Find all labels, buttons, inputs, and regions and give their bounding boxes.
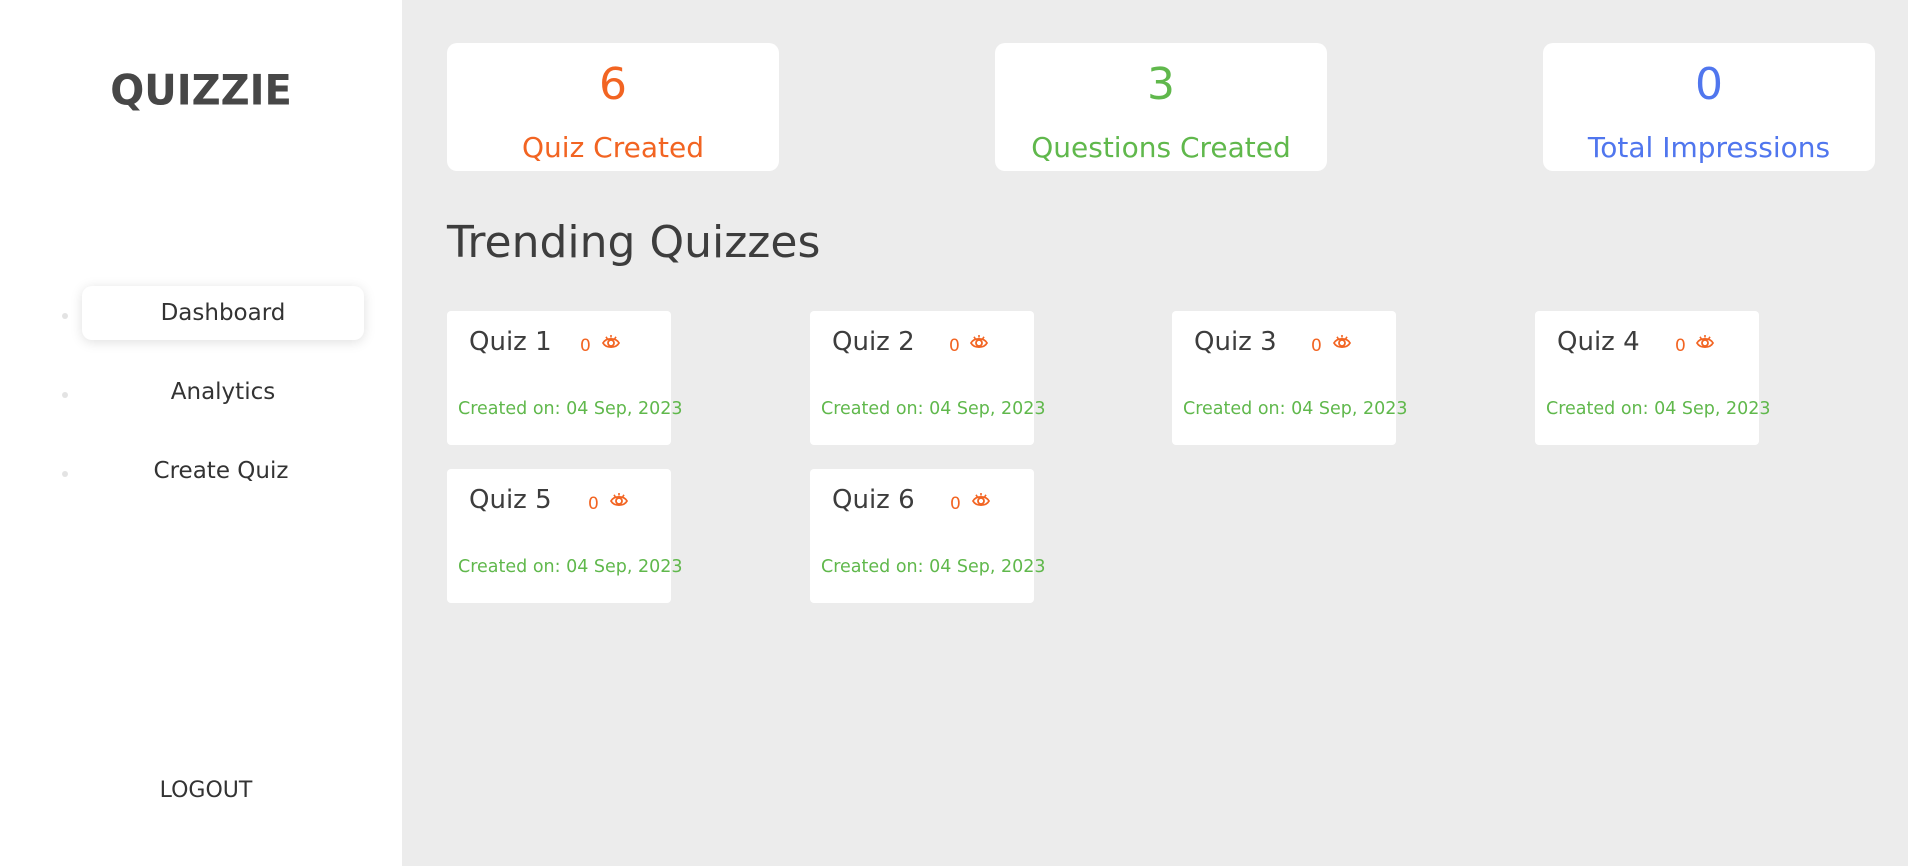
quiz-views-count: 0 bbox=[580, 336, 591, 356]
quiz-card[interactable]: Quiz 3 0 Created on: 04 Sep, 2023 bbox=[1172, 311, 1408, 445]
quiz-name: Quiz 4 bbox=[1557, 327, 1640, 357]
quiz-views-count: 0 bbox=[949, 336, 960, 356]
eye-icon bbox=[971, 493, 991, 507]
brand-logo: QUIZZIE bbox=[110, 66, 292, 116]
quiz-created-date: Created on: 04 Sep, 2023 bbox=[1183, 399, 1408, 419]
quiz-name: Quiz 3 bbox=[1194, 327, 1277, 357]
quiz-views-count: 0 bbox=[588, 494, 599, 514]
stat-label: Quiz Created bbox=[522, 131, 704, 164]
quiz-created-date: Created on: 04 Sep, 2023 bbox=[821, 399, 1046, 419]
quiz-name: Quiz 5 bbox=[469, 485, 552, 515]
stat-value: 3 bbox=[1147, 59, 1175, 110]
sidebar: QUIZZIE Dashboard Analytics Create Quiz … bbox=[0, 0, 402, 866]
eye-icon bbox=[601, 335, 621, 349]
scrollbar[interactable] bbox=[1908, 0, 1920, 866]
app-root: QUIZZIE Dashboard Analytics Create Quiz … bbox=[0, 0, 1920, 866]
quiz-created-date: Created on: 04 Sep, 2023 bbox=[821, 557, 1046, 577]
quiz-name: Quiz 6 bbox=[832, 485, 915, 515]
quiz-card[interactable]: Quiz 1 0 Created on: 04 Sep, 2023 bbox=[447, 311, 683, 445]
quiz-views-count: 0 bbox=[1675, 336, 1686, 356]
stat-value: 0 bbox=[1695, 59, 1723, 110]
section-title-trending: Trending Quizzes bbox=[447, 217, 821, 268]
quiz-name: Quiz 2 bbox=[832, 327, 915, 357]
quiz-created-date: Created on: 04 Sep, 2023 bbox=[458, 399, 683, 419]
stat-card-questions: 3 Questions Created bbox=[995, 43, 1327, 171]
nav-bullet bbox=[62, 392, 68, 398]
stat-value: 6 bbox=[599, 59, 627, 110]
quiz-card[interactable]: Quiz 4 0 Created on: 04 Sep, 2023 bbox=[1535, 311, 1771, 445]
eye-icon bbox=[969, 335, 989, 349]
sidebar-item-create-quiz[interactable]: Create Quiz bbox=[80, 444, 362, 498]
quiz-views-count: 0 bbox=[1311, 336, 1322, 356]
quiz-card[interactable]: Quiz 6 0 Created on: 04 Sep, 2023 bbox=[810, 469, 1046, 603]
quiz-name: Quiz 1 bbox=[469, 327, 552, 357]
sidebar-item-analytics[interactable]: Analytics bbox=[82, 365, 364, 419]
stat-label: Questions Created bbox=[1031, 131, 1291, 164]
nav-bullet bbox=[62, 471, 68, 477]
stat-card-impressions: 0 Total Impressions bbox=[1543, 43, 1875, 171]
quiz-views-count: 0 bbox=[950, 494, 961, 514]
quiz-card[interactable]: Quiz 5 0 Created on: 04 Sep, 2023 bbox=[447, 469, 683, 603]
quiz-created-date: Created on: 04 Sep, 2023 bbox=[1546, 399, 1771, 419]
eye-icon bbox=[1695, 335, 1715, 349]
eye-icon bbox=[609, 493, 629, 507]
stat-label: Total Impressions bbox=[1587, 131, 1831, 164]
nav-bullet bbox=[62, 313, 68, 319]
stat-card-quizzes: 6 Quiz Created bbox=[447, 43, 779, 171]
quiz-created-date: Created on: 04 Sep, 2023 bbox=[458, 557, 683, 577]
eye-icon bbox=[1332, 335, 1352, 349]
quiz-card[interactable]: Quiz 2 0 Created on: 04 Sep, 2023 bbox=[810, 311, 1046, 445]
logout-button[interactable]: LOGOUT bbox=[0, 778, 412, 803]
sidebar-item-dashboard[interactable]: Dashboard bbox=[82, 286, 364, 340]
